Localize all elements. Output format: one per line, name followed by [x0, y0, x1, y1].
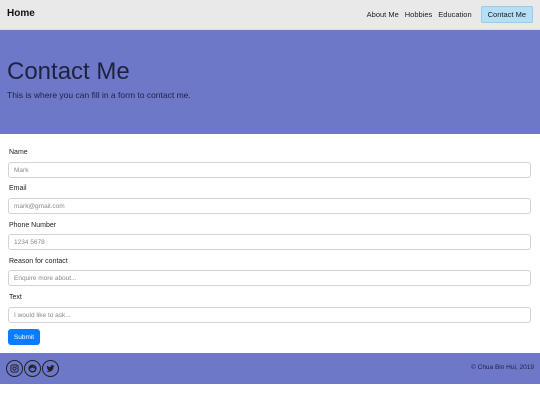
twitter-icon [46, 365, 55, 372]
text-input[interactable] [8, 307, 531, 323]
reddit-button[interactable] [24, 360, 41, 377]
text-label: Text [9, 294, 22, 301]
reason-input[interactable] [8, 270, 531, 286]
phone-label: Phone Number [9, 222, 57, 229]
nav-links: About Me Hobbies Education Contact Me [361, 6, 533, 23]
email-input[interactable] [8, 198, 531, 214]
email-label: Email [9, 185, 27, 192]
navbar: Home About Me Hobbies Education Contact … [0, 0, 540, 30]
home-link[interactable]: Home [7, 8, 35, 19]
hero-banner: Contact Me This is where you can fill in… [0, 30, 540, 134]
reason-label: Reason for contact [9, 258, 68, 265]
instagram-button[interactable] [6, 360, 23, 377]
footer: © Chua Bin Hui, 2019 [0, 353, 540, 384]
page-title: Contact Me [7, 58, 130, 85]
page-subtitle: This is where you can fill in a form to … [7, 90, 191, 100]
nav-link-contact-me[interactable]: Contact Me [480, 6, 533, 23]
reddit-icon [28, 364, 37, 373]
phone-input[interactable] [8, 234, 531, 250]
nav-link-education[interactable]: Education [438, 7, 471, 23]
nav-link-hobbies[interactable]: Hobbies [405, 7, 433, 23]
social-links [6, 360, 60, 377]
twitter-button[interactable] [42, 360, 59, 377]
name-input[interactable] [8, 162, 531, 178]
instagram-icon [10, 364, 19, 373]
name-label: Name [9, 149, 28, 156]
submit-button[interactable]: Submit [8, 329, 40, 345]
copyright-text: © Chua Bin Hui, 2019 [471, 364, 534, 371]
nav-link-about-me[interactable]: About Me [367, 7, 399, 23]
